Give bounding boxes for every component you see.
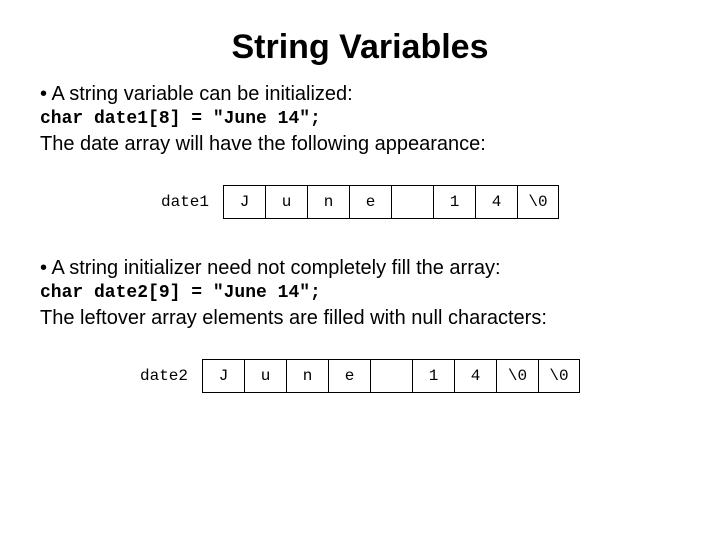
slide: String Variables • A string variable can… — [0, 0, 720, 423]
array-cell: \0 — [517, 185, 559, 219]
after-2: The leftover array elements are filled w… — [40, 305, 680, 331]
array-cell: 1 — [412, 359, 454, 393]
array-cell: n — [307, 185, 349, 219]
slide-title: String Variables — [40, 28, 680, 67]
code-2: char date2[9] = "June 14"; — [40, 283, 680, 303]
array-cell — [391, 185, 433, 219]
code-1: char date1[8] = "June 14"; — [40, 109, 680, 129]
array-cell: \0 — [538, 359, 580, 393]
array-figure-1: date1 J u n e 1 4 \0 — [40, 185, 680, 219]
array-cell: u — [244, 359, 286, 393]
array-cell: 1 — [433, 185, 475, 219]
array-1-boxes: J u n e 1 4 \0 — [223, 185, 559, 219]
array-cell: 4 — [454, 359, 496, 393]
bullet-2: • A string initializer need not complete… — [40, 255, 680, 281]
array-cell: J — [223, 185, 265, 219]
bullet-1: • A string variable can be initialized: — [40, 81, 680, 107]
array-2-label: date2 — [140, 367, 188, 385]
array-cell: u — [265, 185, 307, 219]
spacer — [40, 229, 680, 253]
array-cell: \0 — [496, 359, 538, 393]
array-cell: n — [286, 359, 328, 393]
array-cell: e — [328, 359, 370, 393]
array-figure-2: date2 J u n e 1 4 \0 \0 — [40, 359, 680, 393]
after-1: The date array will have the following a… — [40, 131, 680, 157]
array-cell: 4 — [475, 185, 517, 219]
array-cell: e — [349, 185, 391, 219]
array-cell — [370, 359, 412, 393]
array-1-label: date1 — [161, 193, 209, 211]
array-cell: J — [202, 359, 244, 393]
array-2-boxes: J u n e 1 4 \0 \0 — [202, 359, 580, 393]
